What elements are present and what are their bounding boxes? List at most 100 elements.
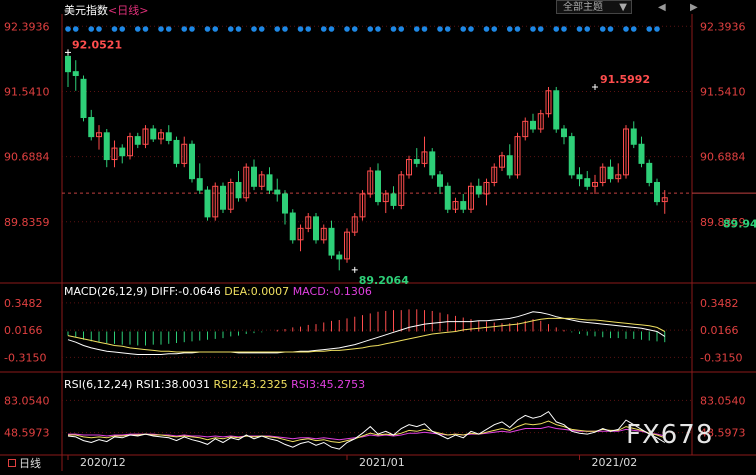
candle-body [646, 162, 653, 183]
event-dot [483, 26, 490, 32]
event-dot [654, 26, 660, 32]
event-dot [305, 26, 312, 32]
macd-tick-left: 0.3482 [4, 297, 43, 310]
rsi-tick-left: 48.5973 [4, 427, 50, 440]
event-dot [351, 26, 358, 32]
candle-body [607, 166, 614, 180]
rsi-tick-left: 83.0540 [4, 394, 50, 407]
candle-body [103, 132, 110, 161]
macd-tick-right: -0.3150 [700, 351, 742, 364]
candle-body [561, 128, 567, 138]
x-tick-label: 2021/01 [359, 456, 405, 469]
event-dot [367, 26, 374, 32]
candle-body [251, 166, 257, 187]
chart-canvas: 92.3936 92.3936 91.5410 91.5410 90.6884 90.68… [0, 14, 756, 471]
event-dot [437, 26, 443, 32]
chevron-down-icon: ▼ [619, 2, 627, 13]
candle-body [134, 136, 141, 145]
candle-body [506, 155, 513, 176]
event-dot [576, 26, 583, 32]
event-dot [282, 26, 288, 32]
event-dot [274, 26, 281, 32]
event-dot [390, 26, 397, 32]
event-dot [623, 26, 629, 32]
candle-body [630, 128, 637, 145]
candle-body [220, 185, 226, 210]
rsi-title: RSI(6,12,24) RSI1:38.0031 RSI2:43.2325 R… [64, 378, 365, 391]
event-dot [506, 26, 513, 32]
event-dot [398, 26, 405, 32]
cycle-tab-label: 日线 [19, 457, 41, 470]
candle-body [553, 90, 560, 130]
event-dot [88, 26, 95, 32]
symbol-name: 美元指数 [64, 4, 108, 17]
candle-body [576, 174, 583, 180]
chart-stage: 92.3936 92.3936 91.5410 91.5410 90.6884 90.68… [0, 0, 756, 471]
price-tick-left: 92.3936 [4, 20, 50, 33]
price-annotation: 92.0521 [72, 38, 122, 51]
event-dot [514, 26, 521, 32]
event-dot [297, 26, 304, 32]
candle-body [444, 185, 451, 210]
next-icon[interactable]: ▶ [690, 2, 698, 13]
previous-icon[interactable]: ◀ [658, 2, 666, 13]
event-dot [468, 26, 474, 32]
price-tick-left: 90.6884 [4, 151, 50, 164]
event-dot [235, 26, 242, 32]
candle-body [289, 212, 296, 241]
candle-body [204, 189, 211, 218]
price-annotation: 89.9421 [723, 218, 756, 231]
candle-body [235, 181, 242, 199]
event-dot [599, 26, 606, 32]
event-dot [444, 26, 451, 32]
event-dot [421, 26, 428, 32]
event-dot [607, 26, 614, 32]
event-dot [111, 26, 118, 32]
candle-body [638, 143, 645, 164]
watermark-logo: FX678 [626, 420, 714, 450]
cycle-tab[interactable]: 日线 [8, 455, 41, 471]
macd-diff-line [67, 311, 666, 355]
event-dot [158, 26, 164, 32]
event-dot [413, 26, 420, 32]
candle-body [173, 139, 180, 164]
candle-body [282, 193, 288, 214]
rsi-name: RSI(6,12,24) [64, 378, 133, 391]
event-dot [561, 26, 567, 32]
event-dot [328, 26, 335, 32]
macd-name: MACD(26,12,9) [64, 285, 148, 298]
event-dot [65, 26, 71, 32]
price-tick-right: 92.3936 [700, 20, 746, 33]
candle-body [119, 147, 126, 157]
candle-body [266, 174, 273, 191]
x-tick-label: 2020/12 [80, 456, 126, 469]
event-dot [96, 26, 102, 32]
event-dot [584, 26, 591, 32]
price-tick-left: 91.5410 [4, 85, 50, 98]
rsi3-line [68, 426, 665, 441]
event-dot [258, 26, 265, 32]
macd-tick-right: 0.0166 [700, 324, 739, 337]
rsi1-value: RSI1:38.0031 [135, 378, 211, 391]
event-dot [553, 26, 560, 32]
candle-body [189, 143, 195, 180]
macd-dea: DEA:0.0007 [224, 285, 290, 298]
event-dot [460, 26, 467, 32]
theme-selector[interactable]: 全部主题 ▼ [556, 0, 632, 14]
macd-tick-right: 0.3482 [700, 297, 739, 310]
candle-body [437, 174, 443, 187]
event-dot [181, 26, 188, 32]
candle-body [165, 132, 172, 141]
candle-body [80, 78, 87, 119]
event-dot [537, 26, 544, 32]
candle-body [375, 170, 381, 203]
macd-tick-left: -0.3150 [4, 351, 46, 364]
cycle-label[interactable]: <日线> [108, 4, 148, 17]
candle-body [654, 181, 660, 203]
price-annotation: 91.5992 [600, 73, 650, 86]
candle-body [274, 189, 281, 195]
event-dot [646, 26, 653, 32]
candle-body [65, 55, 71, 73]
event-dot [134, 26, 141, 32]
candle-body [429, 151, 436, 176]
